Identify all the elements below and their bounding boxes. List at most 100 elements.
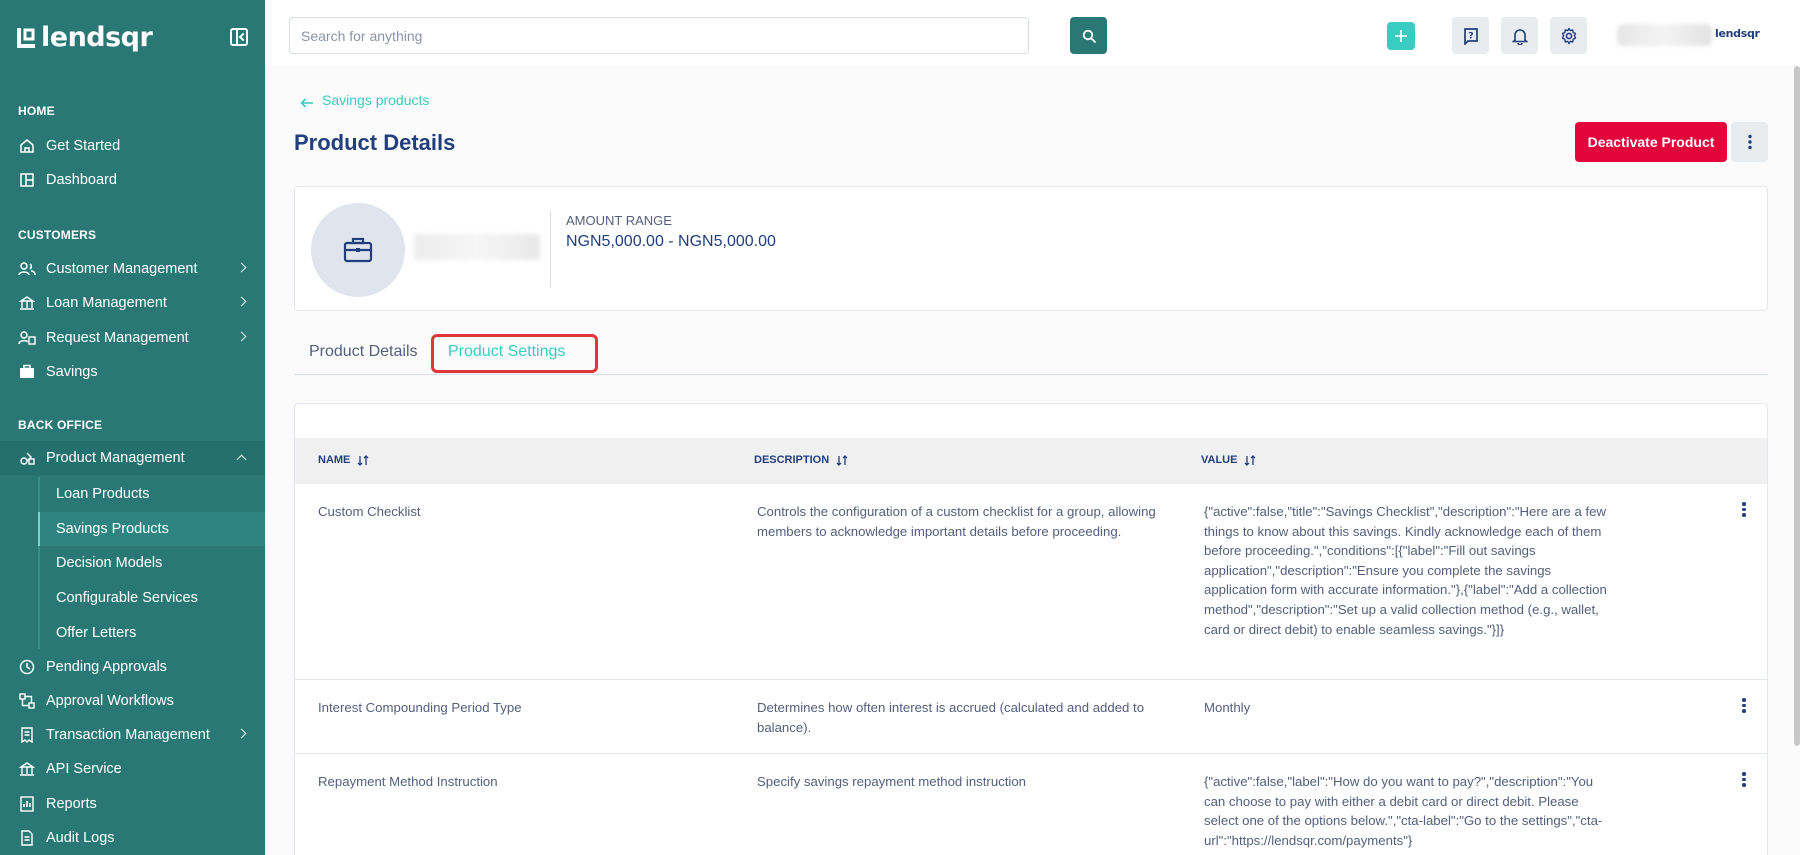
sidebar-item-savings[interactable]: Savings: [0, 355, 265, 389]
sidebar-item-label: Customer Management: [46, 261, 198, 277]
dashboard-icon: [18, 171, 36, 189]
sidebar-subitem-offer-letters[interactable]: Offer Letters: [56, 625, 136, 641]
tab-product-details[interactable]: Product Details: [309, 343, 418, 361]
logo-mark-icon: [17, 27, 37, 49]
briefcase-icon: [343, 237, 373, 263]
sidebar-item-label: Transaction Management: [46, 727, 210, 743]
column-header-value[interactable]: VALUE: [1201, 454, 1256, 466]
sidebar-item-approval-workflows[interactable]: Approval Workflows: [0, 684, 265, 718]
row-actions-icon[interactable]: [1741, 698, 1747, 714]
sidebar-item-loan-management[interactable]: Loan Management: [0, 286, 265, 320]
audit-log-icon: [18, 829, 36, 847]
card-divider: [550, 211, 551, 287]
row-actions-icon[interactable]: [1741, 502, 1747, 518]
table-header: NAME DESCRIPTION VALUE: [295, 438, 1767, 484]
column-header-description[interactable]: DESCRIPTION: [754, 454, 848, 466]
column-header-label: VALUE: [1201, 454, 1238, 466]
sidebar-subitem-decision-models[interactable]: Decision Models: [56, 555, 162, 571]
api-icon: [18, 760, 36, 778]
arrow-left-icon: [300, 95, 314, 108]
sidebar-item-label: API Service: [46, 761, 122, 777]
product-summary-card: AMOUNT RANGE NGN5,000.00 - NGN5,000.00: [294, 186, 1768, 311]
products-icon: [18, 449, 36, 467]
setting-value: {"active":false,"title":"Savings Checkli…: [1204, 504, 1607, 637]
setting-value: {"active":false,"label":"How do you want…: [1204, 774, 1603, 848]
brand-logo[interactable]: lendsqr: [17, 22, 153, 53]
page-scrollbar[interactable]: [1794, 66, 1800, 746]
product-avatar: [311, 203, 405, 297]
amount-range-label: AMOUNT RANGE: [566, 213, 672, 228]
tab-highlight-annotation: [431, 334, 598, 373]
sidebar-item-label: Approval Workflows: [46, 693, 174, 709]
bank-icon: [18, 294, 36, 312]
row-actions-icon[interactable]: [1741, 772, 1747, 788]
setting-name: Custom Checklist: [318, 504, 421, 519]
sidebar-item-label: Loan Management: [46, 295, 167, 311]
back-link-label: Savings products: [322, 92, 430, 108]
sidebar-item-label: Audit Logs: [46, 830, 115, 846]
brand-name: lendsqr: [41, 22, 153, 53]
create-button[interactable]: [1387, 22, 1415, 50]
sidebar-item-label: Get Started: [46, 138, 121, 154]
search-button[interactable]: [1070, 17, 1107, 54]
table-row: Interest Compounding Period Type Determi…: [295, 680, 1767, 754]
svg-text:?: ?: [1468, 31, 1473, 41]
clock-icon: [18, 658, 36, 676]
sidebar-subitem-loan-products[interactable]: Loan Products: [56, 486, 150, 502]
back-to-savings-products-link[interactable]: Savings products: [300, 92, 429, 108]
sort-icon: [357, 454, 369, 466]
request-icon: [18, 329, 36, 347]
sidebar-item-request-management[interactable]: Request Management: [0, 321, 265, 355]
sidebar-item-customer-management[interactable]: Customer Management: [0, 252, 265, 286]
chevron-right-icon: [236, 262, 247, 273]
user-avatar[interactable]: [1617, 24, 1712, 46]
organization-logo: lendsqr: [1715, 27, 1760, 40]
sidebar-item-label: Savings: [46, 364, 98, 380]
page-title: Product Details: [294, 130, 456, 155]
sidebar-item-transaction-management[interactable]: Transaction Management: [0, 718, 265, 752]
search-icon: [1082, 29, 1096, 43]
sidebar-item-label: Pending Approvals: [46, 659, 167, 675]
sidebar: lendsqr HOME Get Started Dashboard CUSTO…: [0, 0, 265, 855]
product-settings-table: NAME DESCRIPTION VALUE Custom Checklist …: [294, 403, 1768, 855]
amount-range-value: NGN5,000.00 - NGN5,000.00: [566, 233, 776, 250]
sort-icon: [836, 454, 848, 466]
sidebar-item-label: Request Management: [46, 330, 189, 346]
column-header-label: NAME: [318, 454, 351, 466]
product-name-redacted: [414, 234, 540, 260]
help-button[interactable]: ?: [1452, 17, 1489, 54]
settings-button[interactable]: [1550, 17, 1587, 54]
sidebar-item-label: Product Management: [46, 450, 185, 466]
sidebar-item-reports[interactable]: Reports: [0, 787, 265, 821]
setting-name: Repayment Method Instruction: [318, 774, 498, 789]
table-row: Repayment Method Instruction Specify sav…: [295, 754, 1767, 855]
receipt-icon: [18, 726, 36, 744]
deactivate-product-button[interactable]: Deactivate Product: [1575, 122, 1727, 162]
sidebar-item-label: Reports: [46, 796, 97, 812]
sidebar-item-pending-approvals[interactable]: Pending Approvals: [0, 650, 265, 684]
sidebar-collapse-icon[interactable]: [230, 28, 248, 46]
more-vertical-icon: [1747, 134, 1752, 150]
help-icon: ?: [1463, 27, 1478, 45]
table-row: Custom Checklist Controls the configurat…: [295, 484, 1767, 680]
sidebar-item-label: Dashboard: [46, 172, 117, 188]
sidebar-subitem-configurable-services[interactable]: Configurable Services: [56, 590, 198, 606]
sidebar-item-dashboard[interactable]: Dashboard: [0, 163, 265, 197]
setting-value: Monthly: [1204, 700, 1251, 715]
notifications-button[interactable]: [1501, 17, 1538, 54]
more-actions-button[interactable]: [1731, 122, 1768, 162]
sidebar-item-product-management[interactable]: Product Management: [0, 441, 265, 475]
sidebar-item-get-started[interactable]: Get Started: [0, 129, 265, 163]
sidebar-subitem-savings-products[interactable]: Savings Products: [56, 521, 169, 537]
setting-name: Interest Compounding Period Type: [318, 700, 522, 715]
search-input[interactable]: [289, 17, 1029, 54]
users-icon: [18, 260, 36, 278]
bell-icon: [1511, 28, 1528, 45]
column-header-name[interactable]: NAME: [318, 454, 369, 466]
chevron-right-icon: [236, 296, 247, 307]
setting-description: Controls the configuration of a custom c…: [757, 504, 1156, 539]
section-label-back-office: BACK OFFICE: [18, 418, 103, 432]
chevron-right-icon: [236, 728, 247, 739]
sidebar-item-api-service[interactable]: API Service: [0, 752, 265, 786]
sidebar-item-audit-logs[interactable]: Audit Logs: [0, 821, 265, 855]
